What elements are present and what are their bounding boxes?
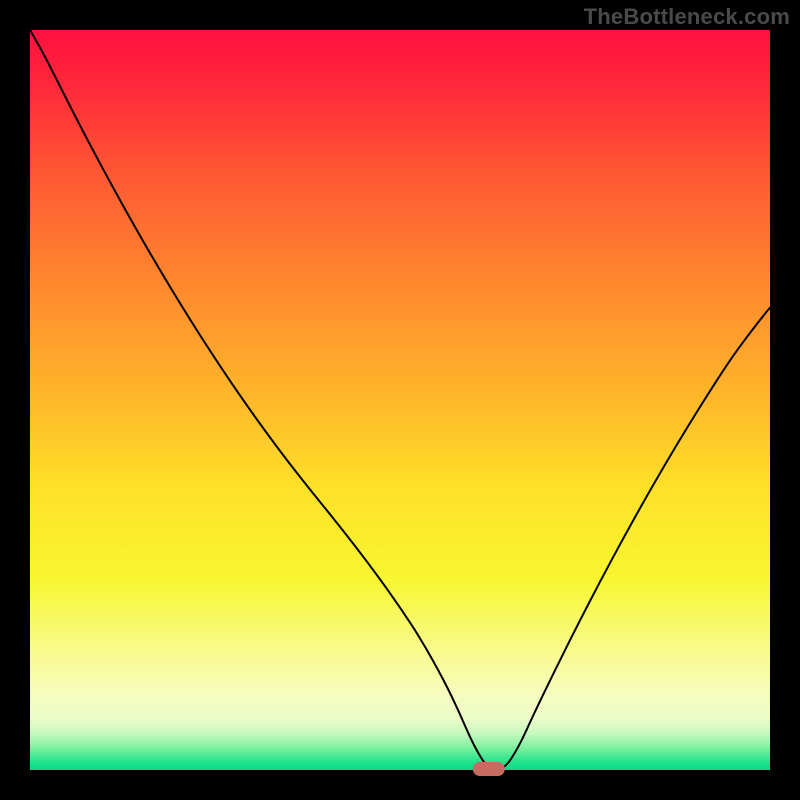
bottleneck-marker <box>473 762 505 776</box>
chart-frame: TheBottleneck.com <box>0 0 800 800</box>
bottleneck-chart <box>0 0 800 800</box>
watermark-text: TheBottleneck.com <box>584 4 790 30</box>
chart-background <box>30 30 770 770</box>
